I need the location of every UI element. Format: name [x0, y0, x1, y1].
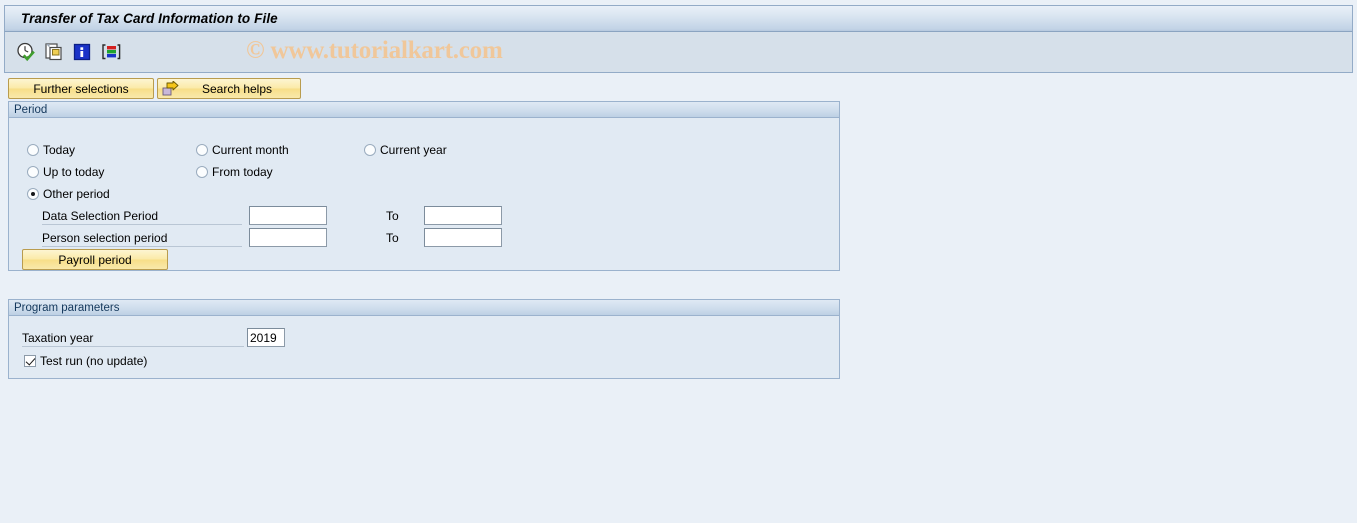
radio-from-today[interactable]: From today: [196, 164, 273, 180]
application-toolbar: [4, 32, 1353, 73]
search-helps-button[interactable]: Search helps: [157, 78, 301, 99]
checkbox-mark-test-run: [24, 355, 36, 367]
window-title-bar: Transfer of Tax Card Information to File: [4, 5, 1353, 32]
period-group-box: Period Today Current month Current year …: [8, 101, 840, 271]
radio-other-period[interactable]: Other period: [27, 186, 110, 202]
program-parameters-group-box: Program parameters Taxation year Test ru…: [8, 299, 840, 379]
selection-button-row: Further selections Search helps: [8, 78, 301, 99]
radio-mark-up-to-today: [27, 166, 39, 178]
person-selection-period-label: Person selection period: [42, 230, 242, 247]
test-run-label: Test run (no update): [40, 354, 148, 368]
radio-current-year[interactable]: Current year: [364, 142, 447, 158]
radio-today[interactable]: Today: [27, 142, 75, 158]
data-selection-period-label: Data Selection Period: [42, 208, 242, 225]
radio-label-up-to-today: Up to today: [43, 165, 105, 179]
person-selection-period-to-label: To: [386, 231, 399, 245]
execute-clock-check-icon[interactable]: [15, 41, 37, 63]
period-group-legend: Period: [9, 102, 839, 118]
radio-mark-today: [27, 144, 39, 156]
taxation-year-label: Taxation year: [22, 330, 244, 347]
person-selection-period-from-input[interactable]: [249, 228, 327, 247]
further-selections-button[interactable]: Further selections: [8, 78, 154, 99]
radio-mark-other-period: [27, 188, 39, 200]
radio-label-current-month: Current month: [212, 143, 289, 157]
page-title: Transfer of Tax Card Information to File: [21, 11, 278, 26]
radio-mark-current-month: [196, 144, 208, 156]
radio-mark-from-today: [196, 166, 208, 178]
payroll-period-button[interactable]: Payroll period: [22, 249, 168, 270]
sap-application-window: Transfer of Tax Card Information to File: [0, 0, 1357, 523]
radio-label-today: Today: [43, 143, 76, 157]
radio-label-other-period: Other period: [43, 187, 110, 201]
radio-current-month[interactable]: Current month: [196, 142, 289, 158]
arrow-right-yellow-icon: [162, 80, 180, 97]
test-run-checkbox[interactable]: Test run (no update): [24, 353, 147, 369]
radio-label-current-year: Current year: [380, 143, 447, 157]
multicolor-bars-icon[interactable]: [99, 41, 121, 63]
radio-up-to-today[interactable]: Up to today: [27, 164, 104, 180]
taxation-year-input[interactable]: [247, 328, 285, 347]
program-parameters-body: Taxation year Test run (no update): [9, 316, 839, 378]
radio-label-from-today: From today: [212, 165, 273, 179]
radio-mark-current-year: [364, 144, 376, 156]
search-helps-label: Search helps: [201, 81, 273, 96]
person-selection-period-to-input[interactable]: [424, 228, 502, 247]
period-group-body: Today Current month Current year Up to t…: [9, 118, 839, 270]
program-parameters-legend: Program parameters: [9, 300, 839, 316]
data-selection-period-to-input[interactable]: [424, 206, 502, 225]
data-selection-period-from-input[interactable]: [249, 206, 327, 225]
info-blue-icon[interactable]: [71, 41, 93, 63]
copy-documents-icon[interactable]: [43, 41, 65, 63]
data-selection-period-to-label: To: [386, 209, 399, 223]
